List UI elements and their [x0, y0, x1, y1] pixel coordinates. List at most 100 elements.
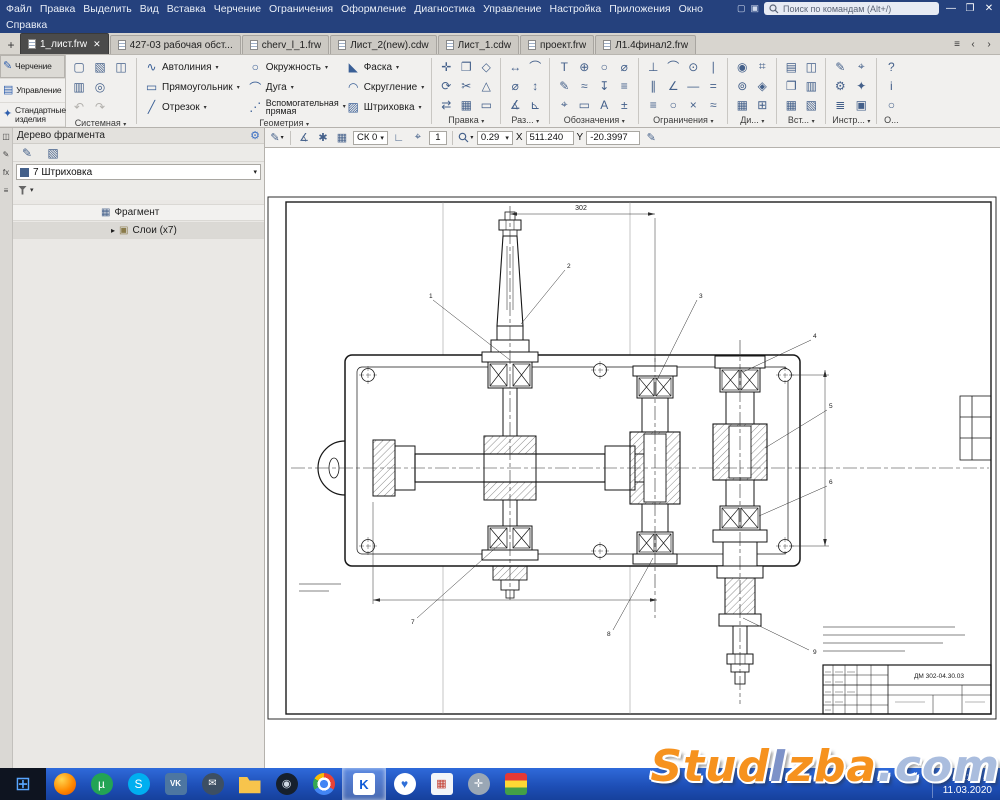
menu-item[interactable]: Файл	[2, 2, 36, 16]
maximize-button[interactable]: ❐	[963, 3, 977, 14]
geometry-tool-button[interactable]: ⋰ Вспомогательная прямая ▾	[245, 97, 341, 117]
ortho-icon[interactable]: ∟	[391, 130, 407, 145]
notation-tool-icon[interactable]: T	[554, 57, 574, 76]
close-button[interactable]: ✕	[982, 3, 996, 14]
skype-icon[interactable]: S	[120, 768, 157, 800]
current-layer-select[interactable]: 7 Штриховка ▾	[16, 164, 261, 180]
notation-tool-icon[interactable]: ≡	[614, 76, 634, 95]
books-icon[interactable]	[497, 768, 534, 800]
document-tab[interactable]: 427-03 рабочая обст...	[110, 35, 241, 54]
minimize-button[interactable]: —	[944, 3, 958, 14]
fragment-properties-icon[interactable]: ✎	[17, 143, 37, 162]
constraints-group-label[interactable]: Ограничения ▾	[643, 114, 723, 127]
constraint-tool-icon[interactable]: ⌒	[663, 57, 683, 76]
constraint-tool-icon[interactable]: ∥	[643, 76, 663, 95]
dimensions-group-label[interactable]: Раз... ▾	[505, 114, 545, 127]
window-layout-icon[interactable]: ▢	[737, 3, 746, 14]
gear-icon[interactable]: ⚙	[250, 129, 260, 142]
diagnostics-group-label[interactable]: Ди... ▾	[732, 114, 772, 127]
menu-item[interactable]: Управление	[479, 2, 545, 16]
steam-icon[interactable]: ◉	[268, 768, 305, 800]
menu-item[interactable]: Приложения	[605, 2, 674, 16]
notation-tool-icon[interactable]: ±	[614, 95, 634, 114]
tab-scroll-right-button[interactable]: ›	[982, 36, 996, 52]
menu-item[interactable]: Правка	[36, 2, 79, 16]
document-tab[interactable]: Лист_2(new).cdw	[330, 35, 436, 54]
insert-image-icon[interactable]: ▧	[43, 143, 63, 162]
constraint-tool-icon[interactable]: =	[703, 76, 723, 95]
edit-group-label[interactable]: Правка ▾	[436, 114, 496, 127]
misc-group-label[interactable]: О...	[881, 114, 901, 127]
angle-snap-icon[interactable]: ∡	[296, 130, 312, 145]
insert-tool-icon[interactable]: ❐	[781, 76, 801, 95]
cursor-step-icon[interactable]: ⌖	[410, 130, 426, 145]
filter-icon[interactable]	[18, 186, 27, 195]
menu-item[interactable]: Диагностика	[410, 2, 479, 16]
cursor-step-value[interactable]: 1	[429, 131, 447, 145]
constraint-tool-icon[interactable]: ×	[683, 95, 703, 114]
dimension-tool-icon[interactable]: ↕	[525, 76, 545, 95]
notation-tool-icon[interactable]: ↧	[594, 76, 614, 95]
notation-tool-icon[interactable]: ⊕	[574, 57, 594, 76]
tools-icon[interactable]: ✛	[460, 768, 497, 800]
chrome-icon[interactable]	[305, 768, 342, 800]
instrument-tool-icon[interactable]: ▣	[851, 95, 871, 114]
document-tab[interactable]: Лист_1.cdw	[438, 35, 519, 54]
notation-tool-icon[interactable]: ✎	[554, 76, 574, 95]
menu-item[interactable]: Черчение	[210, 2, 265, 16]
edit-tool-icon[interactable]: ▦	[456, 95, 476, 114]
expand-arrow-icon[interactable]: ▸	[111, 226, 115, 235]
edit-tool-icon[interactable]: ❐	[456, 57, 476, 76]
diagnostics-tool-icon[interactable]: ◈	[752, 76, 772, 95]
constraint-tool-icon[interactable]: ≡	[643, 95, 663, 114]
edit-pencil-icon[interactable]: ✎	[643, 130, 659, 145]
mode-button[interactable]: ✦ Стандартные изделия	[0, 103, 65, 127]
mode-button[interactable]: ✎ Черчение	[0, 55, 65, 79]
geometry-tool-button[interactable]: ▭ Прямоугольник ▾	[141, 77, 243, 97]
constraint-tool-icon[interactable]: ∣	[703, 57, 723, 76]
side-panel-tab-icon[interactable]: ≡	[1, 185, 12, 196]
diagnostics-tool-icon[interactable]: ▦	[732, 95, 752, 114]
notation-tool-icon[interactable]: ≈	[574, 76, 594, 95]
menu-item[interactable]: Вид	[136, 2, 163, 16]
insert-tool-icon[interactable]: ◫	[801, 57, 821, 76]
instrument-tool-icon[interactable]: ✎	[830, 57, 850, 76]
instrument-tool-icon[interactable]: ✦	[851, 76, 871, 95]
system-tool-icon[interactable]: ▥	[69, 77, 89, 96]
side-panel-tab-icon[interactable]: fx	[1, 167, 12, 178]
insert-tool-icon[interactable]: ▦	[781, 95, 801, 114]
x-coordinate-value[interactable]: 511.240	[526, 131, 574, 145]
chevron-down-icon[interactable]: ▾	[30, 186, 34, 194]
insert-tool-icon[interactable]: ▧	[801, 95, 821, 114]
geometry-tool-button[interactable]: ⌒ Дуга ▾	[245, 77, 341, 97]
docs-icon[interactable]: ▦	[423, 768, 460, 800]
tree-node-fragment[interactable]: ▦ Фрагмент	[13, 204, 264, 221]
document-tab[interactable]: проект.frw	[520, 35, 594, 54]
constraint-tool-icon[interactable]: ≈	[703, 95, 723, 114]
snap-icon[interactable]: ✱	[315, 130, 331, 145]
geometry-tool-button[interactable]: ○ Окружность ▾	[245, 57, 341, 77]
mode-button[interactable]: ▤ Управление	[0, 79, 65, 103]
kompas-taskbar-button[interactable]: K	[342, 768, 386, 800]
zoom-icon[interactable]: ▾	[458, 130, 474, 145]
instrument-tool-icon[interactable]: ⚙	[830, 76, 850, 95]
zoom-value[interactable]: 0.29▾	[477, 131, 513, 145]
taskbar-clock[interactable]: 21:29 11.03.2020	[932, 770, 1000, 798]
system-tool-icon[interactable]: ◫	[111, 57, 131, 76]
notation-tool-icon[interactable]: ○	[594, 57, 614, 76]
constraint-tool-icon[interactable]: ∠	[663, 76, 683, 95]
tab-scroll-left-button[interactable]: ‹	[966, 36, 980, 52]
notation-tool-icon[interactable]: ▭	[574, 95, 594, 114]
misc-tool-icon[interactable]: ○	[881, 95, 901, 114]
instruments-group-label[interactable]: Инстр... ▾	[830, 114, 872, 127]
system-tool-icon[interactable]: ▧	[90, 57, 110, 76]
misc-tool-icon[interactable]: ?	[881, 57, 901, 76]
edit-tool-icon[interactable]: ◇	[476, 57, 496, 76]
diagnostics-tool-icon[interactable]: ⊚	[732, 76, 752, 95]
notation-tool-icon[interactable]: A	[594, 95, 614, 114]
notations-group-label[interactable]: Обозначения ▾	[554, 114, 634, 127]
system-tool-icon[interactable]: ◎	[90, 77, 110, 96]
edit-tool-icon[interactable]: ✂	[456, 76, 476, 95]
edit-tool-icon[interactable]: ▭	[476, 95, 496, 114]
drawing-sheet[interactable]: 302 1 2 3	[265, 148, 1000, 768]
